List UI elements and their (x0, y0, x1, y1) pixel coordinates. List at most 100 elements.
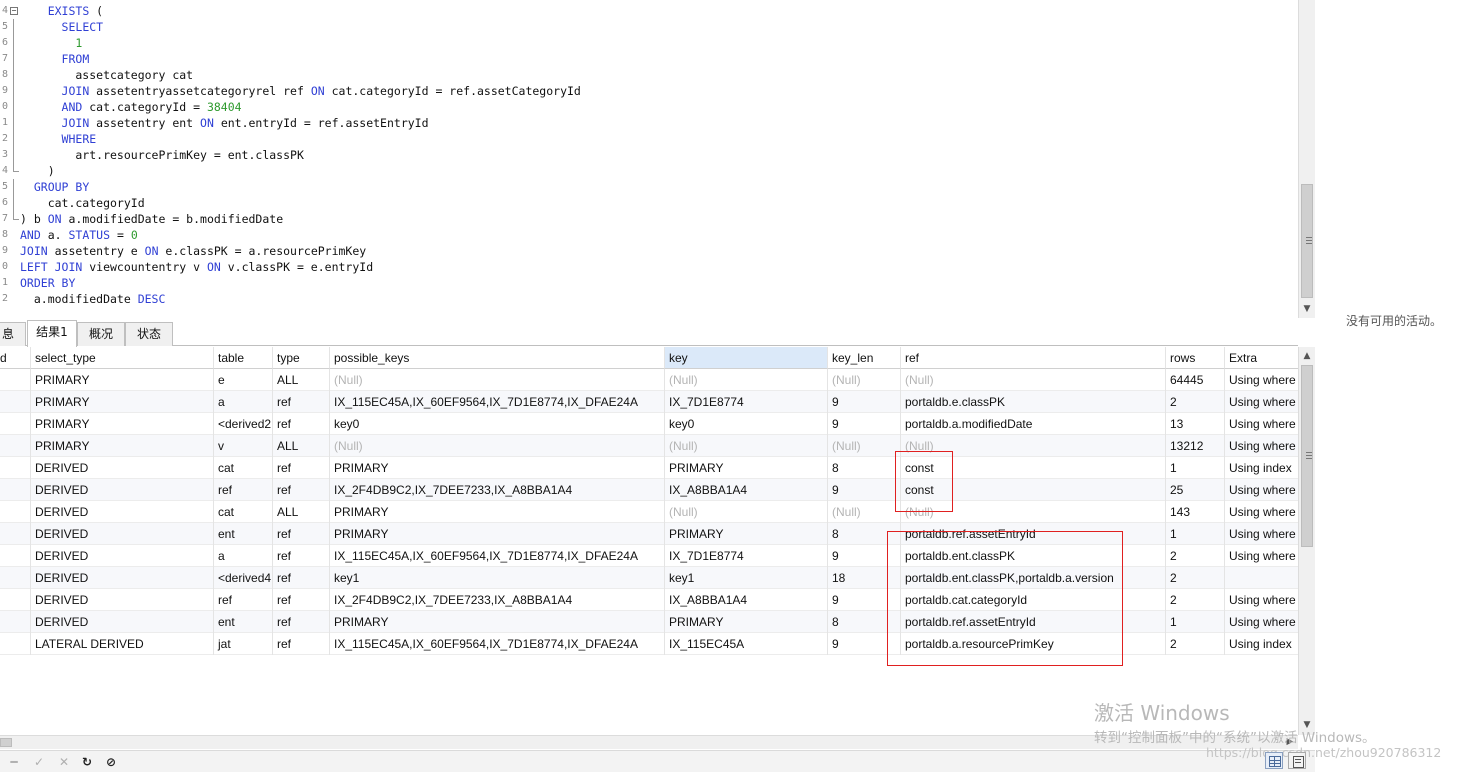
grid-view-button[interactable] (1265, 752, 1283, 769)
cell-table[interactable]: cat (214, 501, 273, 523)
fold-toggle-icon[interactable]: − (9, 3, 19, 19)
code-line[interactable]: 2 a.modifiedDate DESC (0, 291, 1290, 307)
table-row[interactable]: DERIVED ref ref IX_2F4DB9C2,IX_7DEE7233,IX_… (0, 479, 1298, 501)
cell-select-type[interactable]: LATERAL DERIVED (31, 633, 214, 655)
tab-overview[interactable]: 概况 (77, 322, 125, 346)
cell-rows[interactable]: 2 (1166, 633, 1225, 655)
sql-editor[interactable]: 4− EXISTS (5 SELECT 6 17 FROM 8 assetcateg… (0, 0, 1298, 318)
cell-type[interactable]: ALL (273, 435, 330, 457)
cell-select-type[interactable]: DERIVED (31, 611, 214, 633)
grid-vertical-scrollbar[interactable]: ▲ ▼ (1298, 347, 1315, 735)
cell-rows[interactable]: 143 (1166, 501, 1225, 523)
column-header-extra[interactable]: Extra (1225, 347, 1298, 369)
column-header-ref[interactable]: ref (901, 347, 1166, 369)
cell-table[interactable]: jat (214, 633, 273, 655)
cell-ref[interactable]: (Null) (901, 369, 1166, 391)
code-line[interactable]: 1 JOIN assetentry ent ON ent.entryId = r… (0, 115, 1290, 131)
cell-possible-keys[interactable]: IX_115EC45A,IX_60EF9564,IX_7D1E8774,IX_D… (330, 633, 665, 655)
table-row[interactable]: PRIMARY v ALL (Null) (Null) (Null) (Null) 13212… (0, 435, 1298, 457)
cell-d[interactable] (0, 479, 31, 501)
cell-key-len[interactable]: 9 (828, 391, 901, 413)
cell-key[interactable]: key0 (665, 413, 828, 435)
cell-table[interactable]: a (214, 545, 273, 567)
cell-table[interactable]: ent (214, 611, 273, 633)
cell-possible-keys[interactable]: key0 (330, 413, 665, 435)
cell-key-len[interactable]: 9 (828, 413, 901, 435)
cell-type[interactable]: ref (273, 589, 330, 611)
cell-key-len[interactable]: 9 (828, 479, 901, 501)
cell-possible-keys[interactable]: (Null) (330, 369, 665, 391)
editor-scroll-thumb[interactable] (1301, 184, 1313, 298)
code-line[interactable]: 4− EXISTS ( (0, 3, 1290, 19)
table-row[interactable]: PRIMARY a ref IX_115EC45A,IX_60EF9564,IX_7D… (0, 391, 1298, 413)
scroll-up-arrow-icon[interactable]: ▲ (1299, 348, 1315, 364)
cell-possible-keys[interactable]: IX_115EC45A,IX_60EF9564,IX_7D1E8774,IX_D… (330, 391, 665, 413)
table-row[interactable]: PRIMARY <derived2 ref key0 key0 9 portaldb.a.m… (0, 413, 1298, 435)
cell-table[interactable]: <derived2 (214, 413, 273, 435)
table-row[interactable]: PRIMARY e ALL (Null) (Null) (Null) (Null) 64445… (0, 369, 1298, 391)
form-view-button[interactable] (1288, 752, 1306, 769)
cell-type[interactable]: ref (273, 413, 330, 435)
cell-table[interactable]: cat (214, 457, 273, 479)
cell-d[interactable] (0, 523, 31, 545)
cell-select-type[interactable]: DERIVED (31, 479, 214, 501)
table-row[interactable]: DERIVED cat ref PRIMARY PRIMARY 8 const 1 Using … (0, 457, 1298, 479)
cell-possible-keys[interactable]: key1 (330, 567, 665, 589)
grid-scroll-thumb[interactable] (1301, 365, 1313, 547)
code-line[interactable]: 0 AND cat.categoryId = 38404 (0, 99, 1290, 115)
cell-d[interactable] (0, 589, 31, 611)
cell-key[interactable]: (Null) (665, 501, 828, 523)
code-line[interactable]: 3 art.resourcePrimKey = ent.classPK (0, 147, 1290, 163)
cell-extra[interactable]: Using where (1225, 479, 1298, 501)
column-header-select-type[interactable]: select_type (31, 347, 214, 369)
cell-d[interactable] (0, 413, 31, 435)
cell-d[interactable] (0, 633, 31, 655)
code-line[interactable]: 2 WHERE (0, 131, 1290, 147)
cell-type[interactable]: ref (273, 567, 330, 589)
cell-possible-keys[interactable]: PRIMARY (330, 501, 665, 523)
code-line[interactable]: 9 JOIN assetentryassetcategoryrel ref ON… (0, 83, 1290, 99)
cell-extra[interactable]: Using where (1225, 589, 1298, 611)
code-line[interactable]: 4 ) (0, 163, 1290, 179)
cell-key[interactable]: (Null) (665, 435, 828, 457)
column-header-key[interactable]: key (665, 347, 828, 369)
cell-key[interactable]: PRIMARY (665, 523, 828, 545)
tab-info[interactable]: 息 (0, 322, 26, 346)
cell-extra[interactable]: Using index (1225, 633, 1298, 655)
cell-type[interactable]: ALL (273, 369, 330, 391)
cell-d[interactable] (0, 611, 31, 633)
horizontal-scroll-thumb[interactable] (0, 738, 12, 747)
editor-vertical-scrollbar[interactable]: ▼ (1298, 0, 1315, 318)
cell-extra[interactable] (1225, 567, 1298, 589)
cell-key-len[interactable]: 8 (828, 457, 901, 479)
cell-possible-keys[interactable]: PRIMARY (330, 457, 665, 479)
code-line[interactable]: 6 cat.categoryId (0, 195, 1290, 211)
apply-changes-icon[interactable]: ✓ (31, 754, 47, 770)
cell-key[interactable]: key1 (665, 567, 828, 589)
cell-key-len[interactable]: (Null) (828, 435, 901, 457)
cell-key[interactable]: IX_A8BBA1A4 (665, 589, 828, 611)
cell-possible-keys[interactable]: IX_115EC45A,IX_60EF9564,IX_7D1E8774,IX_D… (330, 545, 665, 567)
cell-key[interactable]: PRIMARY (665, 457, 828, 479)
cell-rows[interactable]: 64445 (1166, 369, 1225, 391)
code-line[interactable]: 1 ORDER BY (0, 275, 1290, 291)
cell-type[interactable]: ref (273, 611, 330, 633)
refresh-icon[interactable]: ↻ (79, 754, 95, 770)
code-line[interactable]: 7) b ON a.modifiedDate = b.modifiedDate (0, 211, 1290, 227)
cell-rows[interactable]: 2 (1166, 545, 1225, 567)
cell-d[interactable] (0, 435, 31, 457)
cell-type[interactable]: ALL (273, 501, 330, 523)
cell-d[interactable] (0, 369, 31, 391)
cell-table[interactable]: ent (214, 523, 273, 545)
cell-extra[interactable]: Using where (1225, 391, 1298, 413)
scroll-down-arrow-icon[interactable]: ▼ (1299, 301, 1315, 317)
cell-key[interactable]: IX_7D1E8774 (665, 545, 828, 567)
cell-type[interactable]: ref (273, 633, 330, 655)
cell-extra[interactable]: Using where (1225, 523, 1298, 545)
cell-extra[interactable]: Using where (1225, 611, 1298, 633)
cell-possible-keys[interactable]: IX_2F4DB9C2,IX_7DEE7233,IX_A8BBA1A4 (330, 479, 665, 501)
code-line[interactable]: 7 FROM (0, 51, 1290, 67)
cell-select-type[interactable]: DERIVED (31, 589, 214, 611)
cell-type[interactable]: ref (273, 545, 330, 567)
code-line[interactable]: 9 JOIN assetentry e ON e.classPK = a.reso… (0, 243, 1290, 259)
